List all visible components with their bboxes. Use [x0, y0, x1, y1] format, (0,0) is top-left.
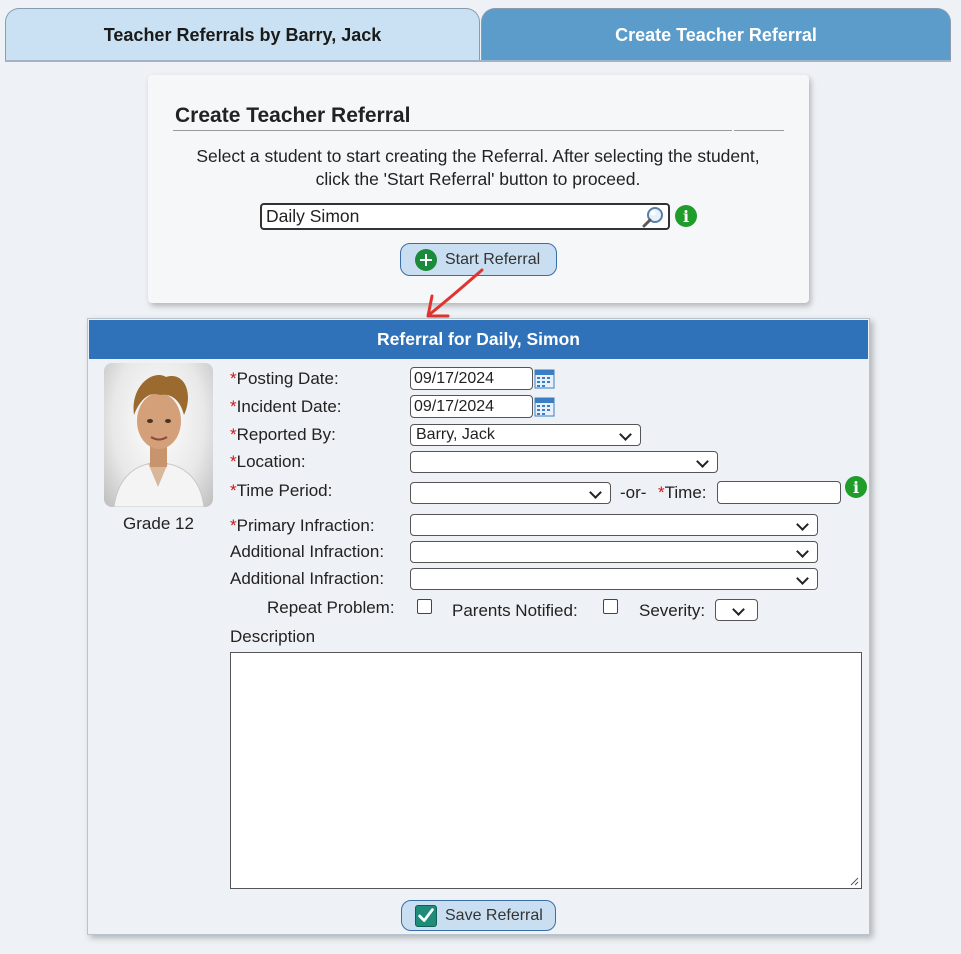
required-mark: * [658, 483, 665, 502]
reported-by-label-text: Reported By: [236, 425, 336, 444]
location-select[interactable] [410, 451, 718, 473]
additional-infraction-select-2[interactable] [410, 568, 818, 590]
save-referral-label: Save Referral [445, 906, 543, 924]
calendar-icon[interactable] [534, 395, 555, 417]
chevron-down-icon [589, 486, 602, 499]
save-referral-button[interactable]: Save Referral [401, 900, 556, 931]
create-title: Create Teacher Referral [175, 104, 411, 127]
chevron-down-icon [619, 428, 632, 441]
reported-by-select[interactable]: Barry, Jack [410, 424, 641, 446]
student-photo [104, 363, 213, 507]
referral-header: Referral for Daily, Simon [89, 320, 868, 359]
parents-notified-label: Parents Notified: [452, 601, 578, 620]
time-input[interactable] [717, 481, 841, 504]
repeat-problem-label: Repeat Problem: [267, 598, 395, 617]
required-mark: * [230, 425, 237, 444]
chevron-down-icon [796, 572, 809, 585]
location-label-text: Location: [236, 452, 306, 471]
student-search-box [260, 203, 670, 230]
chevron-down-icon [796, 545, 809, 558]
tab-create-teacher-referral[interactable]: Create Teacher Referral [481, 8, 951, 61]
title-underline-gap [732, 129, 734, 132]
tab-divider [5, 60, 951, 62]
reported-by-value: Barry, Jack [416, 426, 495, 443]
chevron-down-icon [696, 455, 709, 468]
referral-panel: Referral for Daily, Simon Grade 12 *Post… [87, 318, 870, 935]
info-icon[interactable]: i [675, 205, 697, 227]
parents-notified-checkbox[interactable] [603, 599, 618, 614]
posting-date-label-text: Posting Date: [236, 369, 339, 388]
time-info-icon[interactable]: i [845, 476, 867, 498]
student-grade: Grade 12 [123, 514, 194, 533]
time-period-label-text: Time Period: [236, 481, 333, 500]
description-textarea[interactable] [230, 652, 862, 889]
title-underline [173, 130, 784, 131]
required-mark: * [230, 481, 237, 500]
chevron-down-icon [796, 518, 809, 531]
student-search-input[interactable] [266, 206, 636, 227]
required-mark: * [230, 452, 237, 471]
calendar-icon[interactable] [534, 367, 555, 389]
description-label: Description [230, 627, 316, 646]
or-label: -or- [620, 483, 647, 502]
primary-infraction-label: *Primary Infraction: [230, 516, 375, 536]
primary-infraction-label-text: Primary Infraction: [236, 516, 375, 535]
tab-teacher-referrals-label: Teacher Referrals by Barry, Jack [103, 24, 382, 45]
magnifier-icon[interactable] [641, 206, 665, 228]
severity-select[interactable] [715, 599, 758, 621]
incident-date-label-text: Incident Date: [236, 397, 342, 416]
time-period-label: *Time Period: [230, 481, 332, 501]
checkmark-icon [415, 904, 437, 927]
posting-date-input[interactable]: 09/17/2024 [410, 367, 533, 390]
red-arrow-annotation [426, 268, 484, 318]
additional-infraction-select-1[interactable] [410, 541, 818, 563]
location-label: *Location: [230, 452, 306, 472]
incident-date-label: *Incident Date: [230, 397, 342, 417]
incident-date-input[interactable]: 09/17/2024 [410, 395, 533, 418]
checkmark-icon-glyph [418, 907, 434, 922]
severity-label: Severity: [639, 601, 706, 620]
additional-infraction-label-1: Additional Infraction: [230, 542, 385, 561]
create-description: Select a student to start creating the R… [196, 146, 760, 189]
time-period-select[interactable] [410, 482, 611, 504]
tab-create-teacher-referral-label: Create Teacher Referral [615, 24, 817, 45]
student-photo-image [113, 374, 205, 507]
posting-date-label: *Posting Date: [230, 369, 339, 389]
reported-by-label: *Reported By: [230, 425, 336, 445]
resize-grip-icon[interactable] [849, 876, 859, 886]
time-label-text: Time: [664, 483, 707, 502]
additional-infraction-label-2: Additional Infraction: [230, 569, 385, 588]
chevron-down-icon [732, 603, 745, 616]
required-mark: * [230, 516, 237, 535]
tab-teacher-referrals[interactable]: Teacher Referrals by Barry, Jack [5, 8, 480, 61]
required-mark: * [230, 397, 237, 416]
required-mark: * [230, 369, 237, 388]
primary-infraction-select[interactable] [410, 514, 818, 536]
time-label: *Time: [658, 483, 707, 503]
repeat-problem-checkbox[interactable] [417, 599, 432, 614]
